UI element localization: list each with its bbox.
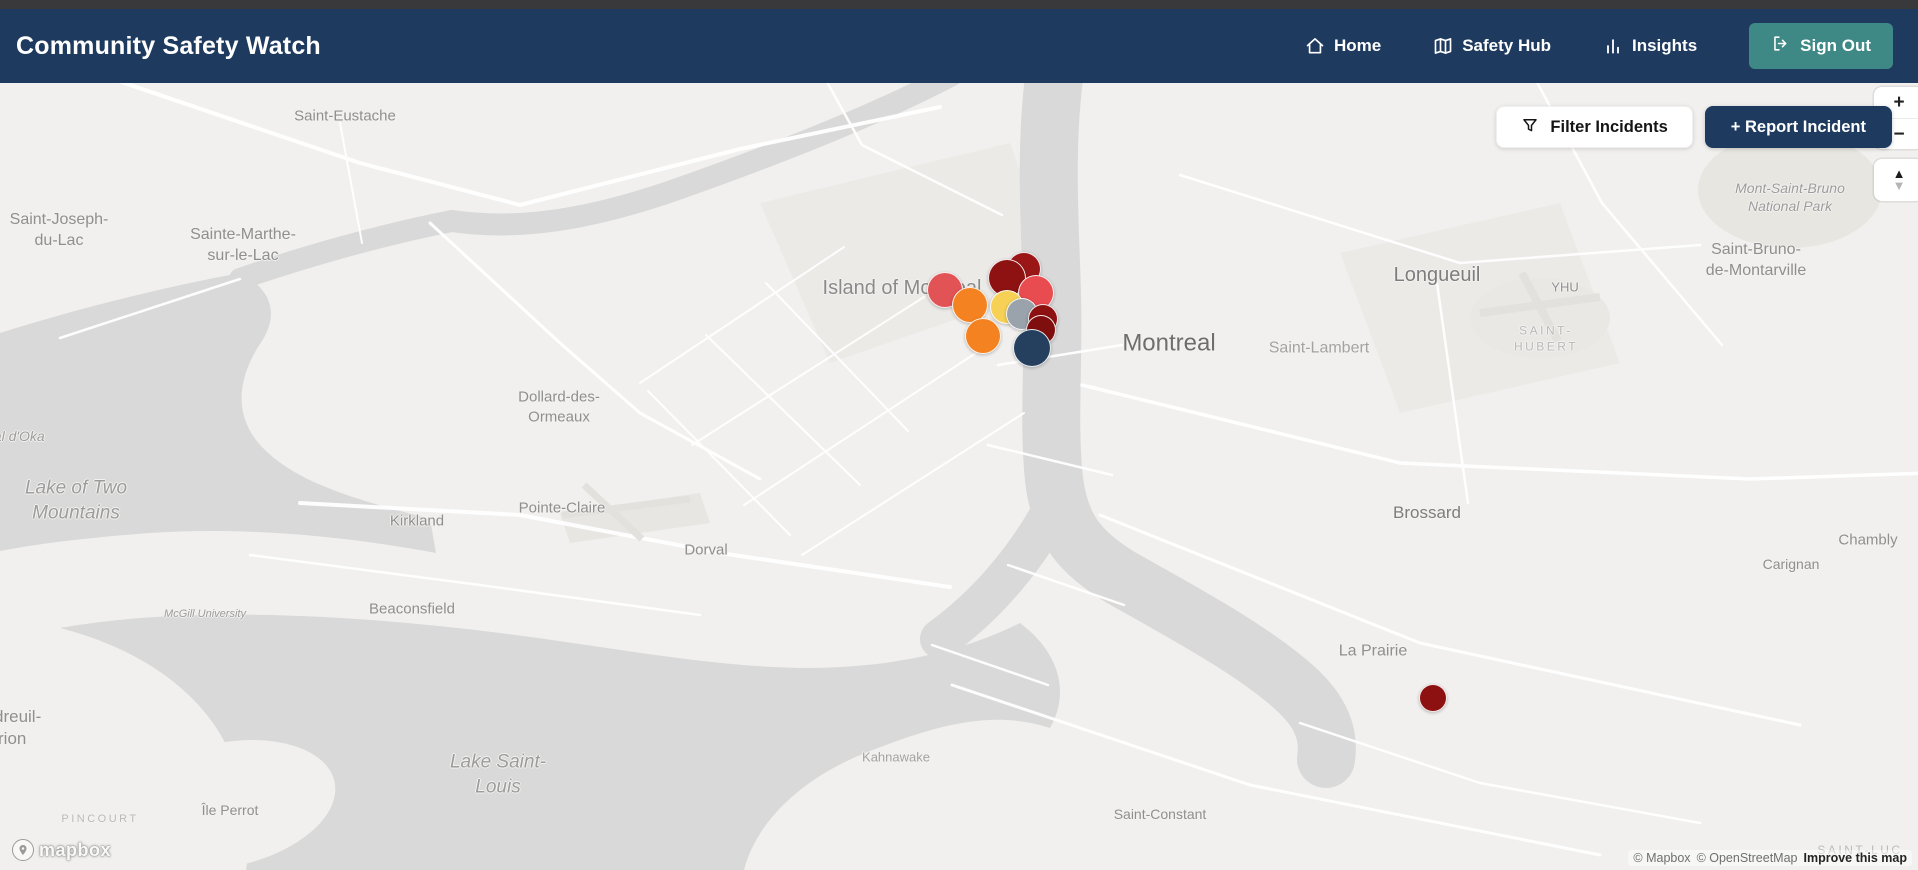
pitch-down-button[interactable]: ▼ xyxy=(1893,179,1906,192)
home-icon xyxy=(1305,36,1325,56)
attribution-osm-link[interactable]: © OpenStreetMap xyxy=(1697,851,1798,865)
mapbox-logo-text: mapbox xyxy=(39,839,112,860)
filter-incidents-label: Filter Incidents xyxy=(1550,117,1668,136)
sign-out-button[interactable]: Sign Out xyxy=(1749,23,1893,69)
map-canvas[interactable]: Saint-Eustache Saint-Joseph- du-Lac Sainte… xyxy=(0,83,1918,870)
nav-safety-hub[interactable]: Safety Hub xyxy=(1433,36,1551,56)
map-icon xyxy=(1433,36,1453,56)
incident-marker[interactable] xyxy=(965,318,1001,354)
bar-chart-icon xyxy=(1603,36,1623,56)
map-markers-layer xyxy=(0,83,1918,870)
attribution-mapbox-link[interactable]: © Mapbox xyxy=(1633,851,1690,865)
main-nav: Home Safety Hub Insights Sign Out xyxy=(1305,23,1893,69)
nav-safety-hub-label: Safety Hub xyxy=(1462,36,1551,55)
mapbox-logo-icon xyxy=(12,839,34,861)
sign-out-icon xyxy=(1771,34,1790,58)
report-incident-label: + Report Incident xyxy=(1730,117,1866,136)
nav-home[interactable]: Home xyxy=(1305,36,1381,56)
app-title: Community Safety Watch xyxy=(16,31,321,60)
sign-out-label: Sign Out xyxy=(1800,36,1871,55)
map-attribution: © Mapbox © OpenStreetMap Improve this ma… xyxy=(1628,850,1912,866)
filter-funnel-icon xyxy=(1521,116,1539,139)
incident-marker[interactable] xyxy=(1013,329,1051,367)
app-header: Community Safety Watch Home Safety Hub I… xyxy=(0,9,1918,83)
incident-marker[interactable] xyxy=(1419,684,1447,712)
improve-map-link[interactable]: Improve this map xyxy=(1804,851,1908,865)
mapbox-logo[interactable]: mapbox xyxy=(12,839,111,861)
zoom-out-glyph: − xyxy=(1893,123,1905,145)
nav-home-label: Home xyxy=(1333,36,1382,55)
zoom-in-glyph: + xyxy=(1893,91,1905,113)
report-incident-button[interactable]: + Report Incident xyxy=(1704,106,1892,148)
map-toolbar: Filter Incidents + Report Incident xyxy=(1496,106,1892,148)
map-pitch-control: ▲ ▼ xyxy=(1874,159,1918,201)
filter-incidents-button[interactable]: Filter Incidents xyxy=(1496,106,1693,148)
nav-insights[interactable]: Insights xyxy=(1603,36,1697,56)
browser-chrome-strip xyxy=(0,0,1918,9)
nav-insights-label: Insights xyxy=(1632,36,1698,55)
